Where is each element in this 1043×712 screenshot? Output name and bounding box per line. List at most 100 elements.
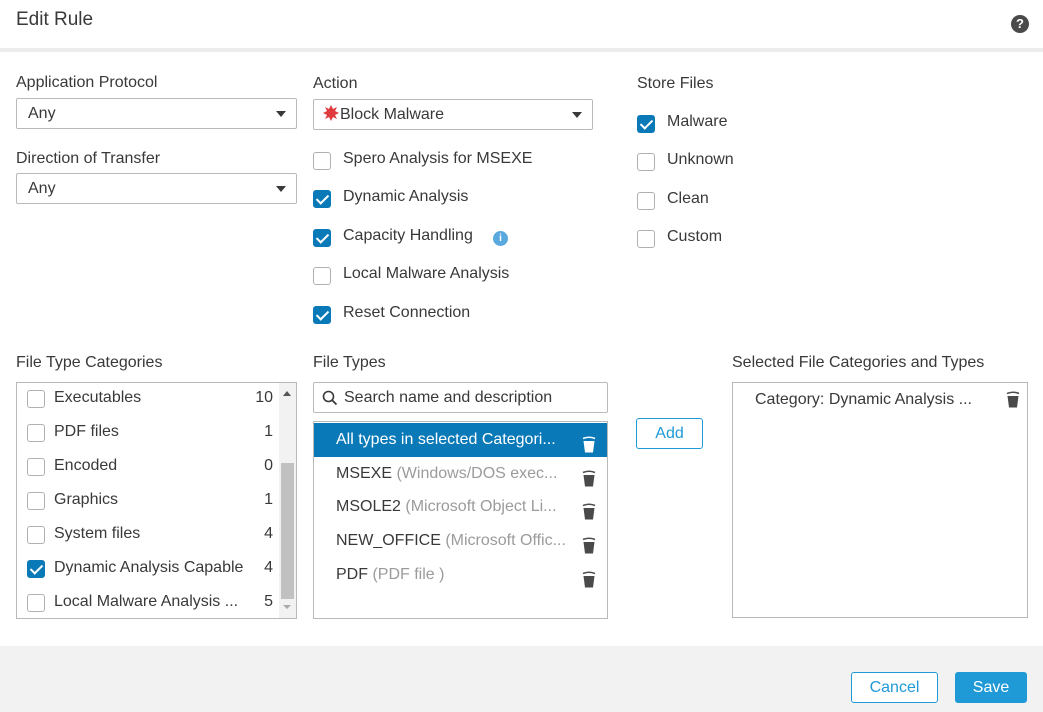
file-type-item[interactable]: MSEXE (Windows/DOS exec...: [314, 457, 607, 491]
category-label: PDF files: [54, 423, 119, 440]
checkbox[interactable]: [313, 267, 331, 286]
application-protocol-select[interactable]: Any: [16, 98, 297, 129]
checkbox[interactable]: [27, 424, 45, 442]
dialog-header: Edit Rule ?: [0, 0, 1043, 52]
file-type-item[interactable]: NEW_OFFICE (Microsoft Offic...: [314, 524, 607, 558]
checkbox[interactable]: [313, 152, 331, 170]
selected-list: Category: Dynamic Analysis ...: [732, 382, 1028, 618]
question-circle-icon[interactable]: ?: [1011, 15, 1029, 33]
file-types-list: All types in selected Categori... MSEXE …: [313, 421, 608, 619]
checkbox[interactable]: [637, 115, 655, 133]
category-label: Executables: [54, 389, 142, 406]
category-count: 1: [264, 491, 273, 508]
category-count: 10: [255, 389, 273, 406]
checkbox[interactable]: [313, 190, 331, 209]
category-item[interactable]: Dynamic Analysis Capable 4: [27, 557, 273, 581]
checkbox-label: Dynamic Analysis: [343, 188, 469, 206]
chevron-down-icon: [572, 112, 582, 118]
category-item[interactable]: PDF files 1: [27, 421, 273, 445]
categories-scrollbar[interactable]: [279, 383, 296, 618]
checkbox-label: Capacity Handling: [343, 226, 473, 244]
file-types-search[interactable]: [313, 382, 608, 413]
action-value: Block Malware: [340, 106, 445, 123]
save-button[interactable]: Save: [955, 672, 1027, 703]
file-type-item[interactable]: PDF (PDF file ): [314, 558, 607, 592]
category-count: 0: [264, 457, 273, 474]
dialog-title: Edit Rule: [16, 9, 94, 30]
action-select[interactable]: Block Malware: [313, 99, 593, 130]
category-label: Dynamic Analysis Capable: [54, 559, 244, 576]
file-type-name: NEW_OFFICE: [336, 532, 441, 550]
checkbox[interactable]: [27, 560, 45, 578]
file-type-item[interactable]: All types in selected Categori...: [314, 423, 607, 457]
trash-icon[interactable]: [582, 432, 596, 453]
category-count: 4: [264, 525, 273, 542]
scroll-down-icon[interactable]: [283, 605, 291, 609]
add-button[interactable]: Add: [636, 418, 703, 449]
file-type-categories-label: File Type Categories: [16, 354, 163, 371]
action-label: Action: [313, 75, 358, 92]
category-label: Local Malware Analysis ...: [54, 593, 239, 610]
category-item[interactable]: Encoded 0: [27, 455, 273, 479]
application-protocol-value: Any: [28, 105, 56, 122]
checkbox[interactable]: [313, 228, 331, 247]
scrollbar-thumb[interactable]: [281, 463, 294, 599]
checkbox[interactable]: [27, 390, 45, 408]
dialog-footer: Cancel Save: [0, 646, 1043, 712]
file-type-name: MSOLE2: [336, 498, 401, 516]
file-type-categories-list: Executables 10 PDF files 1 Encoded 0 Gra…: [16, 382, 297, 619]
search-input[interactable]: [342, 386, 602, 410]
file-type-description: (Windows/DOS exec...: [392, 464, 558, 482]
file-type-item[interactable]: MSOLE2 (Microsoft Object Li...: [314, 490, 607, 524]
chevron-down-icon: [276, 186, 286, 192]
checkbox-label: Local Malware Analysis: [343, 265, 510, 283]
file-type-name: MSEXE: [336, 464, 393, 482]
checkbox[interactable]: [27, 492, 45, 510]
scroll-up-icon[interactable]: [283, 391, 291, 396]
chevron-down-icon: [276, 111, 286, 117]
checkbox-label: Malware: [667, 113, 728, 130]
category-item[interactable]: Graphics 1: [27, 489, 273, 513]
checkbox-label: Spero Analysis for MSEXE: [343, 150, 533, 167]
trash-icon[interactable]: [582, 567, 596, 588]
category-item[interactable]: Executables 10: [27, 387, 273, 411]
checkbox-label: Unknown: [667, 151, 734, 169]
trash-icon[interactable]: [582, 499, 596, 520]
category-item[interactable]: System files 4: [27, 523, 273, 547]
file-type-description: (PDF file ): [368, 565, 445, 583]
checkbox[interactable]: [27, 594, 45, 612]
selected-item[interactable]: Category: Dynamic Analysis ...: [755, 389, 1020, 413]
search-icon: [322, 390, 338, 406]
trash-icon[interactable]: [582, 466, 596, 487]
checkbox[interactable]: [637, 191, 655, 210]
store-files-label: Store Files: [637, 75, 714, 92]
selected-item-label: Category: Dynamic Analysis ...: [755, 391, 972, 408]
direction-of-transfer-value: Any: [28, 180, 56, 197]
direction-of-transfer-label: Direction of Transfer: [16, 150, 161, 167]
file-type-name: All types in selected Categori...: [336, 431, 556, 448]
checkbox[interactable]: [27, 526, 45, 544]
trash-icon[interactable]: [582, 533, 596, 554]
checkbox-label: Reset Connection: [343, 303, 471, 321]
checkbox[interactable]: [637, 230, 655, 249]
category-count: 4: [264, 559, 273, 576]
category-count: 5: [264, 593, 273, 610]
file-type-name: PDF: [336, 565, 368, 583]
file-type-description: (Microsoft Object Li...: [400, 498, 557, 516]
application-protocol-label: Application Protocol: [16, 74, 158, 91]
checkbox[interactable]: [637, 153, 655, 172]
checkbox-label: Custom: [667, 228, 723, 246]
cancel-button[interactable]: Cancel: [851, 672, 938, 703]
info-icon[interactable]: i: [493, 230, 508, 246]
selected-label: Selected File Categories and Types: [732, 354, 985, 371]
malware-icon: [322, 104, 340, 122]
checkbox-label: Clean: [667, 189, 709, 207]
checkbox[interactable]: [313, 305, 331, 324]
file-types-label: File Types: [313, 354, 386, 371]
category-label: Encoded: [54, 457, 118, 474]
category-item[interactable]: Local Malware Analysis ... 5: [27, 591, 273, 615]
trash-icon[interactable]: [1006, 391, 1020, 408]
checkbox[interactable]: [27, 458, 45, 476]
direction-of-transfer-select[interactable]: Any: [16, 173, 297, 204]
file-type-description: (Microsoft Offic...: [440, 532, 566, 550]
